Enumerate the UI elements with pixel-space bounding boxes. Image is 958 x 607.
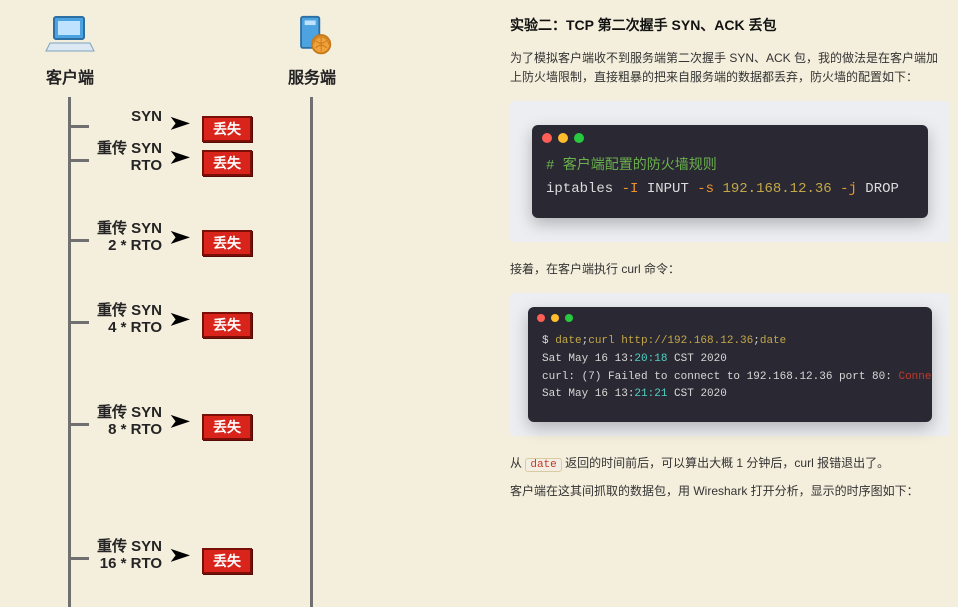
msg-retry-5: 重传 SYN 16 * RTO bbox=[66, 539, 162, 572]
arrow-right-icon: ➤ bbox=[169, 309, 190, 330]
terminal-titlebar bbox=[528, 307, 932, 329]
terminal-window: $ date;curl http://192.168.12.36;date Sa… bbox=[528, 307, 932, 421]
text: 从 bbox=[510, 456, 525, 470]
minimize-icon bbox=[558, 133, 568, 143]
out-time: 21:21 bbox=[634, 388, 667, 400]
sep: ; bbox=[753, 335, 760, 347]
code-figure-curl: $ date;curl http://192.168.12.36;date Sa… bbox=[510, 293, 950, 435]
msg-line1: 重传 SYN bbox=[97, 220, 162, 237]
out-line: CST 2020 bbox=[667, 353, 726, 365]
terminal-window: # 客户端配置的防火墙规则 iptables -I INPUT -s 192.1… bbox=[532, 125, 928, 218]
paragraph-curl: 接着，在客户端执行 curl 命令： bbox=[510, 260, 950, 279]
msg-retry-3: 重传 SYN 4 * RTO bbox=[74, 303, 162, 336]
paragraph-wireshark: 客户端在这其间抓取的数据包，用 Wireshark 打开分析，显示的时序图如下： bbox=[510, 482, 950, 501]
msg-line1: 重传 SYN bbox=[97, 404, 162, 421]
article-body: 实验二：TCP 第二次握手 SYN、ACK 丢包 为了模拟客户端收不到服务端第二… bbox=[500, 15, 950, 554]
msg-retry-1: 重传 SYN RTO bbox=[80, 141, 162, 174]
minimize-icon bbox=[551, 314, 559, 322]
prompt: $ bbox=[542, 335, 555, 347]
zoom-icon bbox=[565, 314, 573, 322]
close-icon bbox=[542, 133, 552, 143]
close-icon bbox=[537, 314, 545, 322]
msg-line2: 4 * RTO bbox=[108, 319, 162, 336]
badge-lost: 丢失 bbox=[202, 116, 252, 142]
out-line: curl: (7) Failed to connect to 192.168.1… bbox=[542, 371, 898, 383]
badge-lost: 丢失 bbox=[202, 548, 252, 574]
zoom-icon bbox=[574, 133, 584, 143]
server-label: 服务端 bbox=[286, 64, 338, 88]
terminal-titlebar bbox=[532, 125, 928, 151]
out-line: Sat May 16 13: bbox=[542, 388, 634, 400]
article-title: 实验二：TCP 第二次握手 SYN、ACK 丢包 bbox=[510, 15, 950, 35]
out-line: CST 2020 bbox=[667, 388, 726, 400]
msg-line2: 8 * RTO bbox=[108, 421, 162, 438]
msg-line2: RTO bbox=[131, 157, 162, 174]
server-globe-icon bbox=[286, 15, 338, 57]
client-label: 客户端 bbox=[44, 64, 96, 88]
out-line: Sat May 16 13: bbox=[542, 353, 634, 365]
paragraph-intro: 为了模拟客户端收不到服务端第二次握手 SYN、ACK 包，我的做法是在客户端加上… bbox=[510, 49, 950, 87]
client-node: 客户端 bbox=[44, 15, 96, 88]
arrow-right-icon: ➤ bbox=[169, 113, 190, 134]
tcp-handshake-diagram: 客户端 服务端 SYN ➤ 丢失 重传 SYN RTO ➤ 丢失 重传 SYN … bbox=[20, 15, 500, 554]
badge-lost: 丢失 bbox=[202, 414, 252, 440]
out-time: 20:18 bbox=[634, 353, 667, 365]
code-line: iptables -I INPUT -s 192.168.12.36 -j DR… bbox=[546, 181, 899, 197]
msg-line1: 重传 SYN bbox=[97, 538, 162, 555]
badge-lost: 丢失 bbox=[202, 312, 252, 338]
terminal-body: # 客户端配置的防火墙规则 iptables -I INPUT -s 192.1… bbox=[532, 151, 928, 218]
msg-retry-2: 重传 SYN 2 * RTO bbox=[74, 221, 162, 254]
badge-lost: 丢失 bbox=[202, 230, 252, 256]
msg-retry-4: 重传 SYN 8 * RTO bbox=[74, 405, 162, 438]
server-lifeline bbox=[310, 97, 313, 607]
server-node: 服务端 bbox=[286, 15, 338, 88]
arrow-right-icon: ➤ bbox=[169, 147, 190, 168]
arrow-right-icon: ➤ bbox=[169, 411, 190, 432]
paragraph-result: 从 date 返回的时间前后，可以算出大概 1 分钟后，curl 报错退出了。 bbox=[510, 454, 950, 475]
client-lifeline bbox=[68, 97, 71, 607]
cmd-date: date bbox=[760, 335, 786, 347]
msg-syn: SYN bbox=[80, 109, 162, 126]
out-error: Connection timed out bbox=[898, 371, 932, 383]
laptop-icon bbox=[44, 15, 96, 57]
msg-line1: 重传 SYN bbox=[97, 140, 162, 157]
text: 返回的时间前后，可以算出大概 1 分钟后，curl 报错退出了。 bbox=[562, 456, 889, 470]
badge-lost: 丢失 bbox=[202, 150, 252, 176]
cmd-curl: curl http://192.168.12.36 bbox=[588, 335, 753, 347]
arrow-right-icon: ➤ bbox=[169, 227, 190, 248]
terminal-body: $ date;curl http://192.168.12.36;date Sa… bbox=[528, 329, 932, 421]
cmd-date: date bbox=[555, 335, 581, 347]
msg-line2: 2 * RTO bbox=[108, 237, 162, 254]
arrow-right-icon: ➤ bbox=[169, 545, 190, 566]
code-figure-iptables: # 客户端配置的防火墙规则 iptables -I INPUT -s 192.1… bbox=[510, 101, 950, 242]
code-comment: # 客户端配置的防火墙规则 bbox=[546, 158, 717, 174]
msg-line1: 重传 SYN bbox=[97, 302, 162, 319]
inline-code-date: date bbox=[525, 458, 561, 472]
msg-line2: 16 * RTO bbox=[100, 555, 162, 572]
